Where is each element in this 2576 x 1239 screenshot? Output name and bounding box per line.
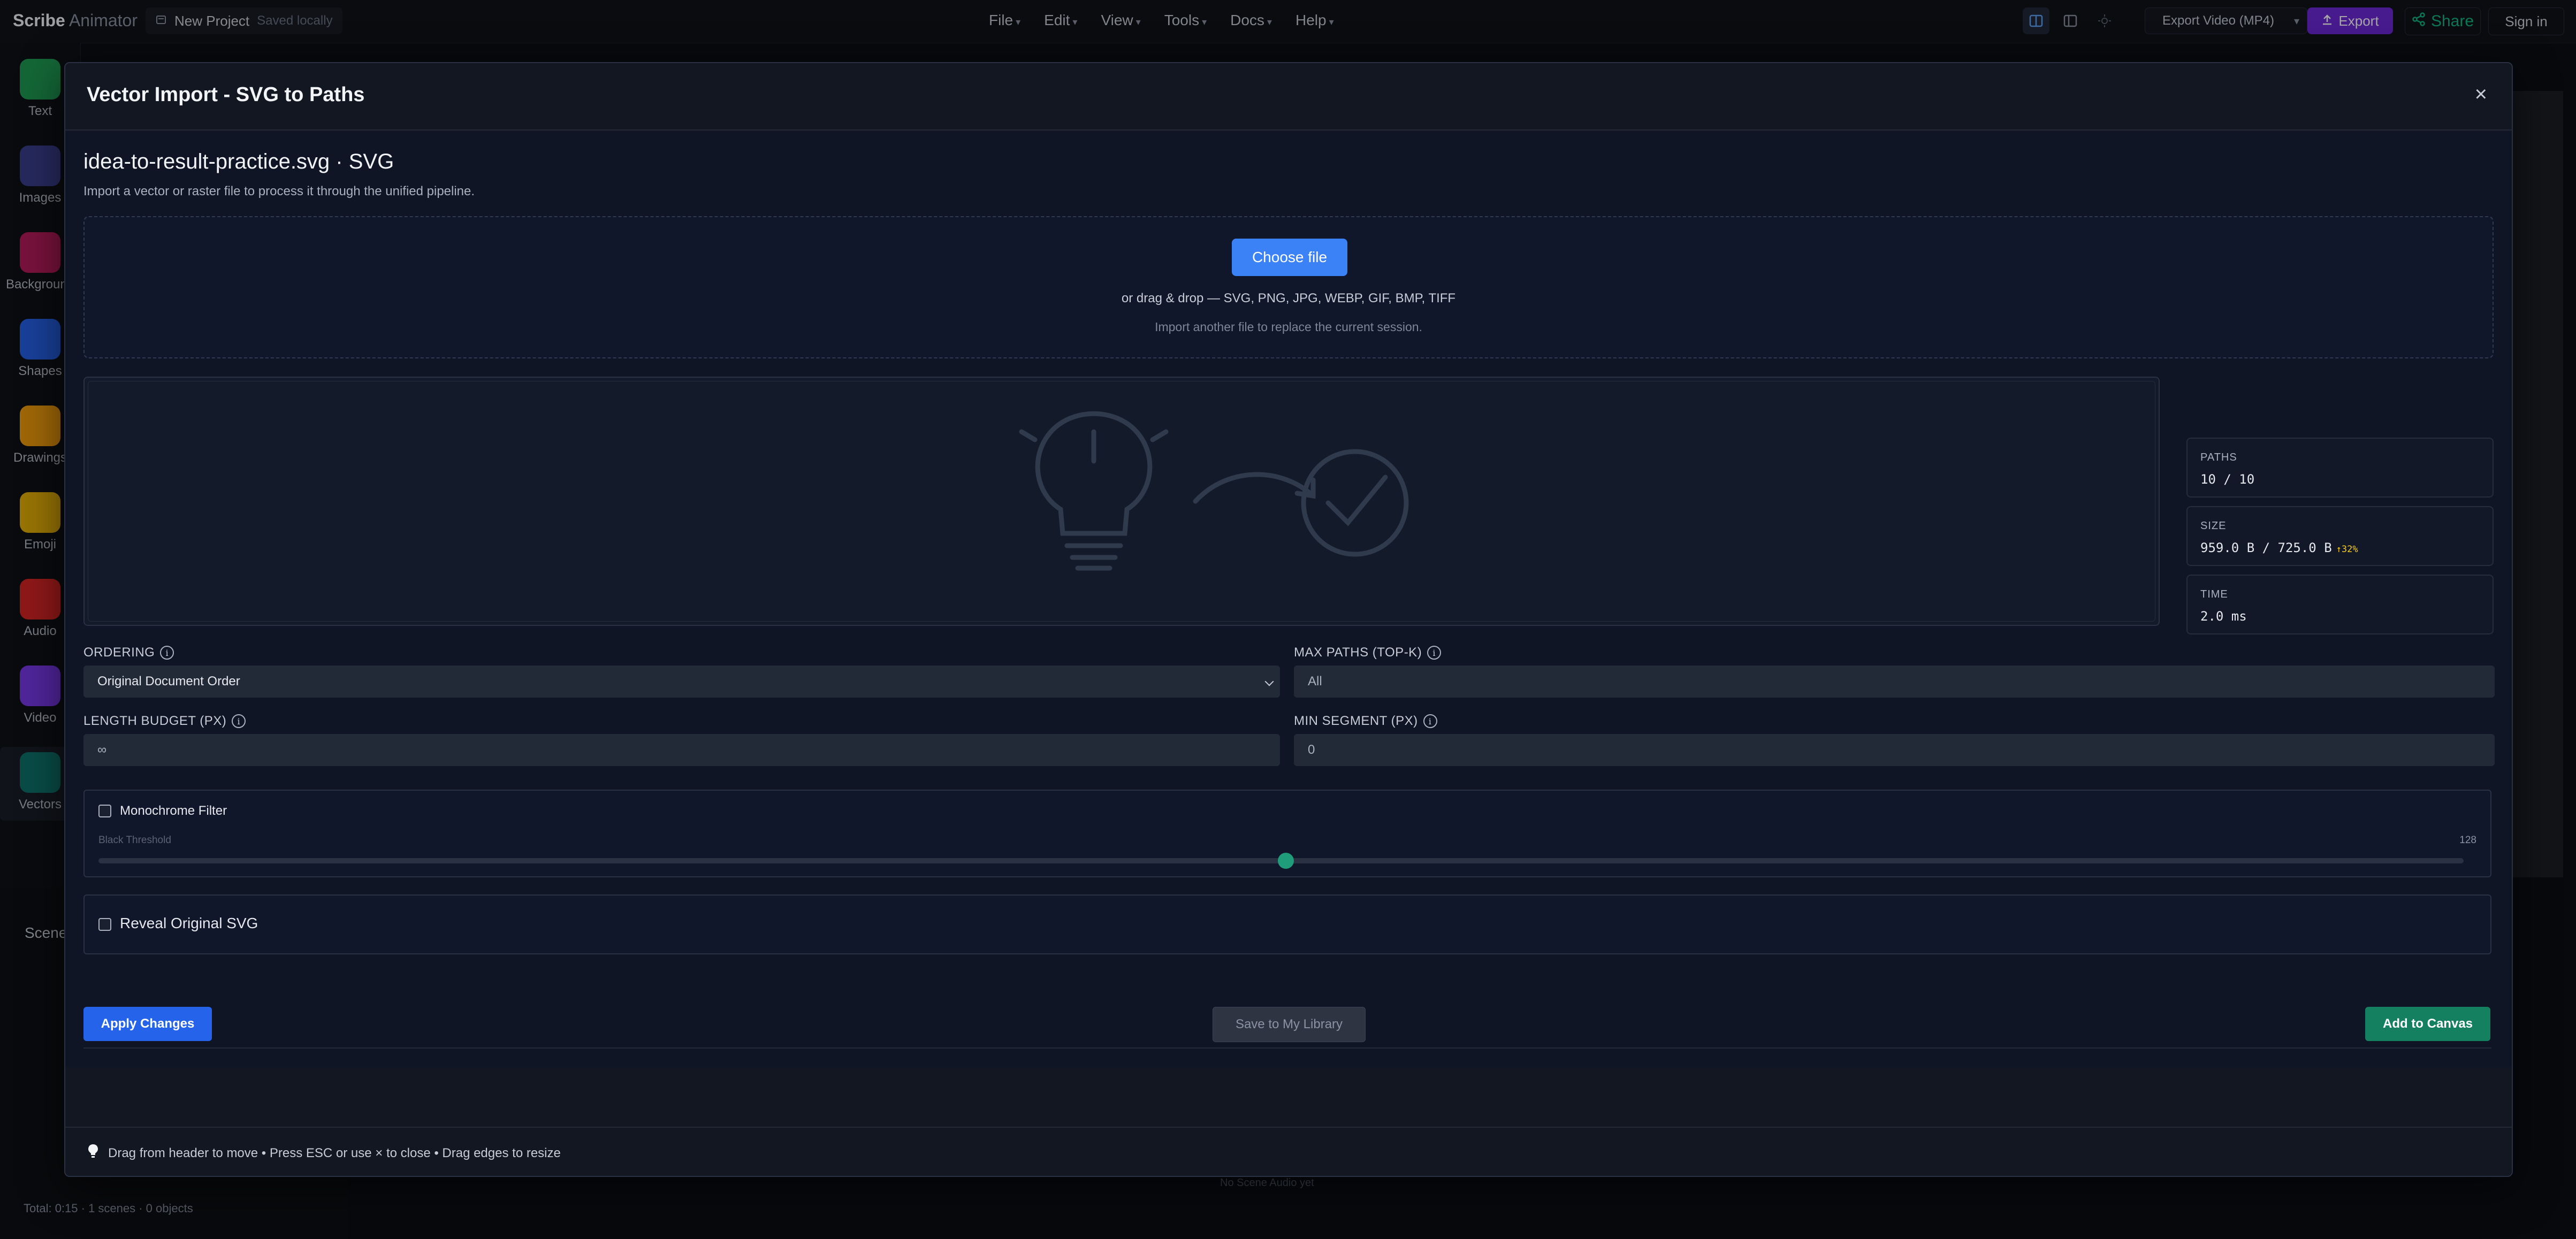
choose-file-button[interactable]: Choose file [1232, 239, 1347, 276]
lightbulb-icon [88, 1144, 98, 1162]
min-segment-input[interactable]: 0 [1294, 734, 2495, 766]
max-paths-input[interactable]: All [1294, 666, 2495, 698]
dialog-footer: Drag from header to move • Press ESC or … [65, 1127, 2512, 1176]
replace-hint: Import another file to replace the curre… [1155, 320, 1422, 334]
threshold-label: Black Threshold [98, 835, 171, 846]
file-subtitle: Import a vector or raster file to proces… [83, 184, 475, 198]
drop-hint: or drag & drop — SVG, PNG, JPG, WEBP, GI… [1121, 291, 1456, 305]
length-budget-input[interactable]: ∞ [83, 734, 1280, 766]
length-budget-label: LENGTH BUDGET (PX) i [83, 714, 246, 729]
min-segment-label: MIN SEGMENT (PX) i [1294, 714, 1437, 729]
reveal-svg-checkbox[interactable] [98, 918, 111, 931]
add-to-canvas-button[interactable]: Add to Canvas [2365, 1007, 2490, 1041]
dialog-body: idea-to-result-practice.svg · SVG Import… [65, 131, 2512, 1068]
apply-changes-button[interactable]: Apply Changes [83, 1007, 212, 1041]
dialog-actions: Apply Changes Save to My Library Add to … [83, 994, 2491, 1047]
threshold-slider-thumb[interactable] [1277, 853, 1294, 869]
svg-preview [83, 377, 2160, 626]
info-icon[interactable]: i [1423, 714, 1437, 728]
info-icon[interactable]: i [160, 646, 174, 660]
reveal-svg-label: Reveal Original SVG [120, 915, 258, 931]
threshold-value: 128 [2459, 835, 2476, 846]
info-icon[interactable]: i [1427, 646, 1442, 660]
close-icon[interactable]: × [2475, 82, 2487, 106]
monochrome-label: Monochrome Filter [120, 804, 227, 818]
stat-time: TIME 2.0 ms [2186, 575, 2494, 634]
preview-graphic [1019, 411, 1409, 571]
size-delta: ↑32% [2336, 544, 2358, 555]
info-icon[interactable]: i [232, 714, 246, 728]
file-dropzone[interactable]: Choose file or drag & drop — SVG, PNG, J… [83, 216, 2494, 358]
max-paths-label: MAX PATHS (TOP-K) i [1294, 645, 1442, 660]
stat-size: SIZE 959.0 B / 725.0 B ↑32% [2186, 506, 2494, 566]
ordering-select[interactable]: Original Document Order [83, 666, 1280, 698]
ordering-label: ORDERING i [83, 645, 174, 660]
vector-import-dialog: Vector Import - SVG to Paths × idea-to-r… [64, 62, 2513, 1177]
file-title: idea-to-result-practice.svg · SVG [83, 150, 394, 173]
dialog-header[interactable]: Vector Import - SVG to Paths × [65, 63, 2512, 131]
save-to-library-button[interactable]: Save to My Library [1213, 1007, 1366, 1042]
dialog-title: Vector Import - SVG to Paths [87, 83, 365, 106]
monochrome-checkbox[interactable] [98, 805, 111, 817]
stat-paths: PATHS 10 / 10 [2186, 438, 2494, 498]
footer-hint: Drag from header to move • Press ESC or … [108, 1145, 561, 1160]
monochrome-panel: Monochrome Filter Black Threshold 128 [83, 790, 2491, 877]
reveal-svg-panel: Reveal Original SVG [83, 894, 2491, 954]
